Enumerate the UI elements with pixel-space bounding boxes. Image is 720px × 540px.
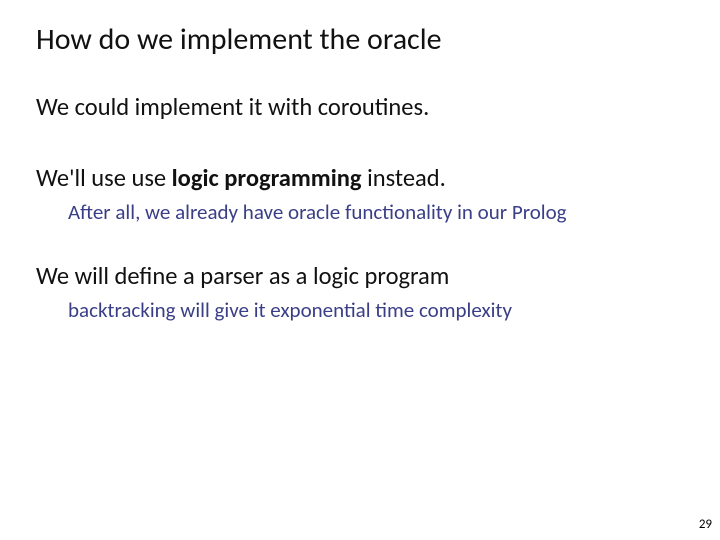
slide: How do we implement the oracle We could … <box>0 0 720 540</box>
slide-title: How do we implement the oracle <box>36 22 684 58</box>
subpoint-2: After all, we already have oracle functi… <box>68 199 684 226</box>
spacer <box>36 129 684 163</box>
paragraph-2-pre: We'll use use <box>36 163 172 193</box>
page-number: 29 <box>699 517 712 532</box>
paragraph-2: We'll use use logic programming instead. <box>36 163 684 194</box>
paragraph-2-bold: logic programming <box>172 163 362 193</box>
paragraph-1: We could implement it with coroutines. <box>36 92 684 123</box>
paragraph-3: We will define a parser as a logic progr… <box>36 261 684 292</box>
paragraph-2-post: instead. <box>362 163 446 193</box>
subpoint-3: backtracking will give it exponential ti… <box>68 297 684 324</box>
